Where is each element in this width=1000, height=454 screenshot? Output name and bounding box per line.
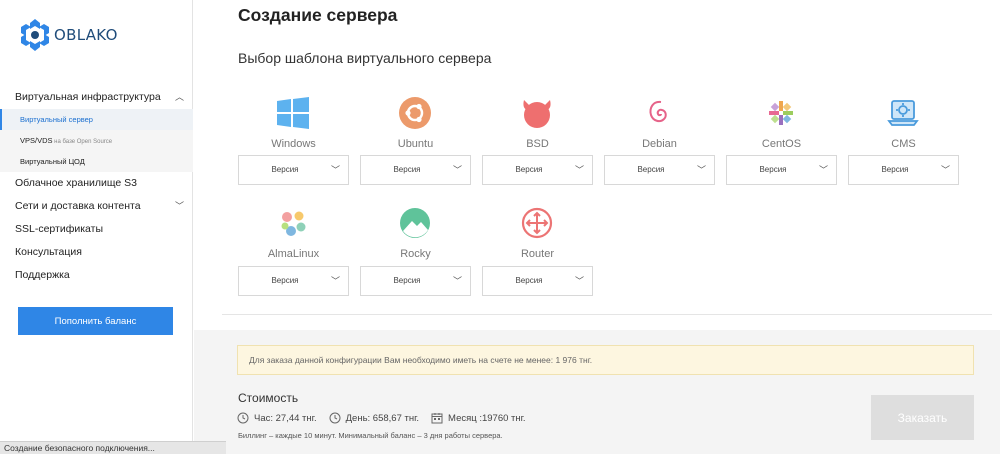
sidebar-subitem-vps-vds[interactable]: VPS/VDS на базе Open Source <box>0 130 193 151</box>
browser-status-bar: Создание безопасного подключения... <box>0 441 226 454</box>
template-name: CentOS <box>761 138 802 150</box>
chevron-down-icon: ﹀ <box>330 276 340 286</box>
sidebar-item-ssl[interactable]: SSL-сертификаты <box>0 218 193 241</box>
chevron-down-icon: ﹀ <box>940 165 950 175</box>
select-value: Версия <box>393 165 421 174</box>
sidebar-item-label: SSL-сертификаты <box>15 223 104 235</box>
sidebar-item-networks-cdn[interactable]: Сети и доставка контента ﹀ <box>0 195 193 218</box>
section-title: Выбор шаблона виртуального сервера <box>238 50 492 66</box>
page-title: Создание сервера <box>238 5 398 25</box>
sidebar-item-label: Поддержка <box>15 269 70 281</box>
sidebar-nav: Виртуальная инфраструктура ︿ Виртуальный… <box>0 86 193 287</box>
cost-month: Месяц :19760 тнг. <box>431 412 526 424</box>
cms-version-select[interactable]: Версия ﹀ <box>848 155 959 185</box>
sidebar-item-s3-storage[interactable]: Облачное хранилище S3 <box>0 172 193 195</box>
ubuntu-version-select[interactable]: Версия ﹀ <box>360 155 471 185</box>
main-content: Создание сервера Выбор шаблона виртуальн… <box>194 0 1000 454</box>
select-value: Версия <box>393 276 421 285</box>
chevron-down-icon: ﹀ <box>174 201 184 211</box>
sidebar-item-label: VPS/VDS <box>20 136 53 145</box>
cost-title: Стоимость <box>238 391 299 405</box>
select-value: Версия <box>515 165 543 174</box>
router-version-select[interactable]: Версия ﹀ <box>482 266 593 296</box>
oblako-logo-icon <box>21 19 49 51</box>
template-name: AlmaLinux <box>267 248 320 260</box>
logo[interactable]: OBLAKO <box>17 17 118 53</box>
sidebar-item-consultation[interactable]: Консультация <box>0 241 193 264</box>
cost-day-value: День: 658,67 тнг. <box>345 412 420 424</box>
chevron-down-icon: ﹀ <box>696 165 706 175</box>
sidebar-item-label: Облачное хранилище S3 <box>15 177 138 189</box>
template-name: CMS <box>891 138 916 150</box>
sidebar-item-suffix: на базе Open Source <box>52 139 113 145</box>
select-value: Версия <box>271 276 299 285</box>
sidebar-item-support[interactable]: Поддержка <box>0 264 193 287</box>
order-panel: Для заказа данной конфигурации Вам необх… <box>194 330 1000 454</box>
template-name: Windows <box>271 138 316 150</box>
sidebar-subitem-virtual-server[interactable]: Виртуальный сервер <box>0 109 193 130</box>
order-button[interactable]: Заказать <box>871 395 974 440</box>
sidebar-item-virtual-infrastructure[interactable]: Виртуальная инфраструктура ︿ <box>0 86 193 109</box>
cost-month-value: Месяц :19760 тнг. <box>448 412 526 424</box>
select-value: Версия <box>881 165 909 174</box>
windows-icon[interactable] <box>272 92 314 134</box>
template-name: Rocky <box>400 248 431 260</box>
select-value: Версия <box>759 165 787 174</box>
clock-icon <box>329 412 341 424</box>
sidebar-item-label: Сети и доставка контента <box>15 200 141 212</box>
top-up-balance-button[interactable]: Пополнить баланс <box>18 307 173 335</box>
template-name: Router <box>520 248 555 260</box>
clock-icon <box>237 412 249 424</box>
ubuntu-icon[interactable] <box>394 92 436 134</box>
chevron-down-icon: ﹀ <box>818 165 828 175</box>
centos-icon[interactable] <box>760 92 802 134</box>
chevron-down-icon: ﹀ <box>574 276 584 286</box>
cost-row: Час: 27,44 тнг. День: 658,67 тнг. Месяц … <box>237 412 538 424</box>
rocky-version-select[interactable]: Версия ﹀ <box>360 266 471 296</box>
template-name: BSD <box>526 138 549 150</box>
chevron-down-icon: ﹀ <box>574 165 584 175</box>
divider <box>222 314 992 315</box>
almalinux-icon[interactable] <box>272 202 314 244</box>
router-icon[interactable] <box>516 202 558 244</box>
bsd-icon[interactable] <box>516 92 558 134</box>
sidebar-subitem-virtual-dc[interactable]: Виртуальный ЦОД <box>0 151 193 172</box>
sidebar: OBLAKO Виртуальная инфраструктура ︿ Вирт… <box>0 0 193 454</box>
brand-name: OBLAKO <box>54 26 118 44</box>
sidebar-item-label: Виртуальная инфраструктура <box>15 91 161 103</box>
chevron-down-icon: ﹀ <box>452 276 462 286</box>
windows-version-select[interactable]: Версия ﹀ <box>238 155 349 185</box>
chevron-up-icon: ︿ <box>174 92 184 102</box>
cost-hour: Час: 27,44 тнг. <box>237 412 317 424</box>
template-name: Ubuntu <box>397 138 434 150</box>
template-name: Debian <box>642 138 677 150</box>
centos-version-select[interactable]: Версия ﹀ <box>726 155 837 185</box>
select-value: Версия <box>637 165 665 174</box>
billing-note: Биллинг – каждые 10 минут. Минимальный б… <box>238 431 503 440</box>
sidebar-item-label: Консультация <box>15 246 82 258</box>
almalinux-version-select[interactable]: Версия ﹀ <box>238 266 349 296</box>
cost-hour-value: Час: 27,44 тнг. <box>254 412 317 424</box>
select-value: Версия <box>515 276 543 285</box>
sidebar-item-label: Виртуальный ЦОД <box>20 157 85 166</box>
debian-icon[interactable] <box>638 92 680 134</box>
select-value: Версия <box>271 165 299 174</box>
bsd-version-select[interactable]: Версия ﹀ <box>482 155 593 185</box>
balance-notice: Для заказа данной конфигурации Вам необх… <box>237 345 974 375</box>
chevron-down-icon: ﹀ <box>330 165 340 175</box>
rocky-icon[interactable] <box>394 202 436 244</box>
calendar-icon <box>431 413 443 424</box>
debian-version-select[interactable]: Версия ﹀ <box>604 155 715 185</box>
cost-day: День: 658,67 тнг. <box>329 412 419 424</box>
sidebar-item-label: Виртуальный сервер <box>20 115 93 124</box>
chevron-down-icon: ﹀ <box>452 165 462 175</box>
cms-icon[interactable] <box>882 92 924 134</box>
